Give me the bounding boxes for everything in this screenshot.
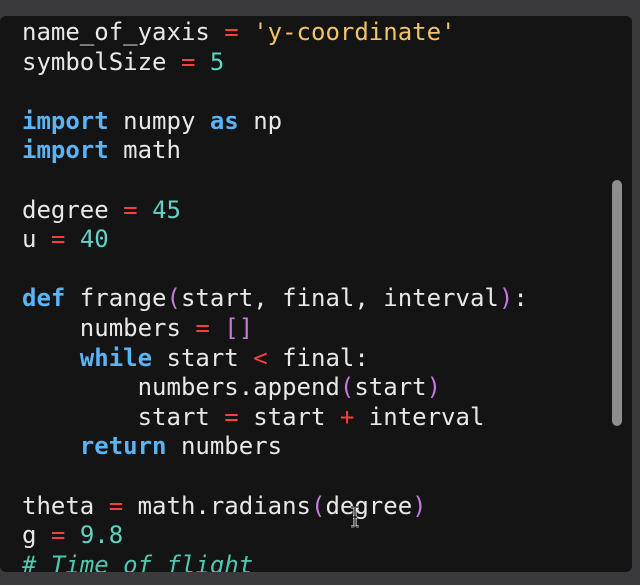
code-line[interactable]: start = start + interval [22, 403, 528, 433]
code-line[interactable]: name_of_yaxis = 'y-coordinate' [22, 18, 528, 48]
code-token: def [22, 284, 66, 313]
code-token: start [22, 402, 225, 431]
code-token: name_of_yaxis [22, 18, 225, 46]
code-token: ( [311, 491, 326, 520]
code-token: theta [22, 491, 109, 520]
code-token: < [253, 343, 268, 372]
code-line[interactable]: numbers = [] [22, 314, 528, 344]
code-editor[interactable]: name_of_yaxis = 'y-coordinate' symbolSize… [0, 16, 632, 572]
code-token: = [50, 225, 66, 254]
code-token: import [22, 106, 109, 135]
code-line[interactable]: g = 9.8 [22, 521, 528, 551]
code-token: g [22, 521, 51, 550]
code-token: interval [354, 402, 485, 431]
code-token: + [339, 402, 355, 431]
window: name_of_yaxis = 'y-coordinate' symbolSize… [0, 0, 640, 585]
code-line[interactable]: symbolSize = 5 [22, 48, 528, 78]
code-token: np [238, 106, 283, 135]
text-cursor-icon [351, 506, 359, 528]
code-token: ( [166, 284, 181, 313]
code-token: # Time of flight [22, 550, 254, 572]
code-token: as [209, 106, 239, 135]
code-token: 9.8 [79, 521, 124, 550]
code-token: import [22, 136, 109, 165]
code-token: 5 [209, 47, 225, 76]
code-token: numpy [108, 106, 210, 135]
code-token: final: [267, 343, 369, 372]
code-line[interactable] [22, 462, 528, 492]
code-token: start [238, 402, 340, 431]
code-token: degree [325, 491, 413, 520]
code-token: return [79, 432, 167, 461]
code-token: 'y-coordinate' [253, 18, 456, 46]
bottom-bar [0, 572, 640, 585]
code-token: ) [498, 284, 514, 313]
code-line[interactable]: return numbers [22, 432, 528, 462]
code-token: 40 [79, 225, 109, 254]
code-line[interactable]: u = 40 [22, 225, 528, 255]
code-token: start, final, interval [180, 284, 499, 313]
code-token: 45 [152, 195, 181, 224]
code-line[interactable]: def frange(start, final, interval): [22, 284, 528, 314]
code-line[interactable] [22, 166, 528, 196]
code-token: numbers [22, 313, 196, 342]
code-token: while [79, 343, 153, 372]
vertical-scrollbar[interactable] [612, 180, 622, 426]
code-token: : [513, 284, 528, 313]
code-token: [] [224, 313, 254, 342]
code-token: ) [426, 373, 442, 402]
code-token: = [224, 18, 239, 46]
code-token: math [108, 136, 181, 165]
code-line[interactable]: import math [22, 136, 528, 166]
code-token: start [152, 343, 254, 372]
code-token: = [50, 521, 66, 550]
code-token: start [354, 373, 427, 402]
code-token: math.radians [123, 491, 311, 520]
code-token: frange [65, 284, 167, 313]
code-token: symbolSize [22, 47, 181, 76]
code-line[interactable] [22, 255, 528, 285]
code-line[interactable]: import numpy as np [22, 107, 528, 137]
code-token: = [108, 491, 124, 520]
code-token: numbers [166, 432, 283, 461]
code-token: degree [22, 195, 124, 224]
code-token: = [224, 402, 239, 431]
code-line[interactable]: numbers.append(start) [22, 373, 528, 403]
code-token: ( [339, 373, 355, 402]
code-line[interactable]: degree = 45 [22, 196, 528, 226]
code-line[interactable] [22, 77, 528, 107]
code-text[interactable]: name_of_yaxis = 'y-coordinate' symbolSize… [22, 18, 528, 572]
code-token: = [180, 47, 196, 76]
code-token: = [123, 195, 138, 224]
code-token: = [195, 313, 210, 342]
code-token: ) [412, 491, 427, 520]
code-line[interactable]: # Time of flight [22, 551, 528, 572]
code-line[interactable]: while start < final: [22, 344, 528, 374]
code-line[interactable]: theta = math.radians(degree) [22, 492, 528, 522]
code-token: numbers.append [22, 373, 340, 402]
code-token: u [22, 225, 51, 254]
